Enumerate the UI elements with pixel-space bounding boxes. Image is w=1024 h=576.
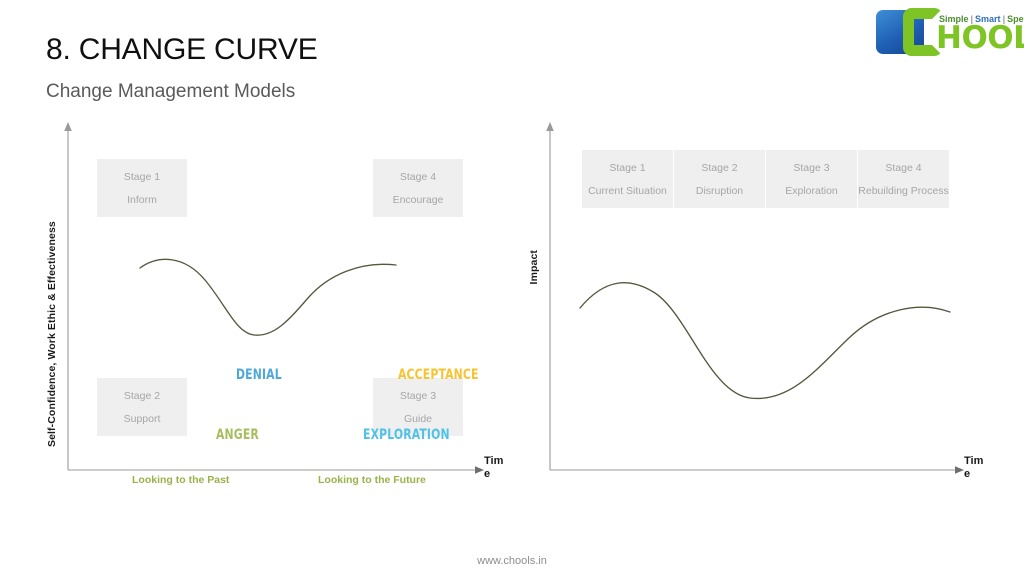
right-curve-path bbox=[579, 282, 951, 400]
stage-box-2-title: Stage 2 bbox=[123, 389, 161, 402]
left-y-axis-label: Self-Confidence, Work Ethic & Effectiven… bbox=[46, 221, 58, 447]
stage-box-1: Stage 1 Inform bbox=[97, 159, 187, 217]
left-curve-path bbox=[139, 258, 397, 336]
right-y-axis-label: Impact bbox=[528, 250, 540, 285]
right-stage-strip: Stage 1 Current Situation Stage 2 Disrup… bbox=[582, 150, 949, 208]
page-subtitle: Change Management Models bbox=[46, 81, 296, 102]
stage-box-4-title: Stage 4 bbox=[399, 170, 437, 183]
stage-box-4-subtitle: Encourage bbox=[392, 193, 444, 206]
looking-to-the-past-label: Looking to the Past bbox=[132, 474, 230, 486]
right-stage-box-1: Stage 1 Current Situation bbox=[582, 150, 673, 208]
right-stage-box-2: Stage 2 Disruption bbox=[674, 150, 765, 208]
right-stage-box-4-title: Stage 4 bbox=[885, 161, 922, 174]
right-x-axis-arrow bbox=[955, 466, 964, 474]
right-y-axis-arrow bbox=[546, 122, 554, 131]
stage-box-3-title: Stage 3 bbox=[399, 389, 437, 402]
right-stage-box-4: Stage 4 Rebuilding Process bbox=[858, 150, 949, 208]
curve-label-denial: DENIAL bbox=[236, 367, 282, 383]
right-x-axis-label: Time bbox=[964, 455, 984, 480]
right-change-curve-chart: Impact Time Stage 1 Current Situation St… bbox=[520, 115, 1000, 495]
right-stage-box-2-subtitle: Disruption bbox=[695, 184, 744, 197]
left-y-axis-arrow bbox=[64, 122, 72, 131]
curve-label-acceptance: ACCEPTANCE bbox=[398, 367, 479, 383]
right-stage-box-4-subtitle: Rebuilding Process bbox=[858, 184, 949, 197]
curve-label-anger: ANGER bbox=[216, 427, 259, 443]
right-stage-box-1-title: Stage 1 bbox=[609, 161, 646, 174]
curve-label-exploration: EXPLORATION bbox=[363, 427, 450, 443]
stage-box-2-subtitle: Support bbox=[123, 412, 161, 425]
logo-wordmark: HOOLS bbox=[936, 20, 1024, 56]
left-change-curve-chart: Self-Confidence, Work Ethic & Effectiven… bbox=[40, 115, 510, 495]
stage-box-1-title: Stage 1 bbox=[123, 170, 161, 183]
stage-box-4: Stage 4 Encourage bbox=[373, 159, 463, 217]
left-x-axis-arrow bbox=[475, 466, 484, 474]
left-x-axis-label: Time bbox=[484, 455, 504, 480]
stage-box-2: Stage 2 Support bbox=[97, 378, 187, 436]
chools-logo: Simple|Smart|Speed HOOLS bbox=[876, 7, 1024, 57]
right-stage-box-3: Stage 3 Exploration bbox=[766, 150, 857, 208]
right-stage-box-3-subtitle: Exploration bbox=[785, 184, 838, 197]
stage-box-3-subtitle: Guide bbox=[403, 412, 433, 425]
right-stage-box-1-subtitle: Current Situation bbox=[588, 184, 667, 197]
footer-url: www.chools.in bbox=[477, 555, 547, 567]
stage-box-1-subtitle: Inform bbox=[127, 193, 157, 206]
page-title: 8. CHANGE CURVE bbox=[46, 33, 318, 66]
right-stage-box-3-title: Stage 3 bbox=[793, 161, 830, 174]
right-stage-box-2-title: Stage 2 bbox=[701, 161, 738, 174]
looking-to-the-future-label: Looking to the Future bbox=[318, 474, 426, 486]
